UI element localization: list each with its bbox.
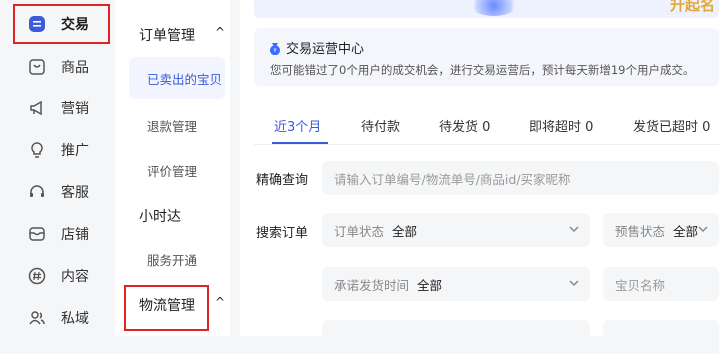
- tab-last-3-months[interactable]: 近3个月: [274, 116, 321, 135]
- nav-item-content[interactable]: 内容: [22, 260, 112, 292]
- highlight-box-trade: [13, 4, 110, 44]
- submenu-item-service-activation[interactable]: 服务开通: [147, 250, 197, 269]
- banner-text: 升起名: [669, 0, 715, 14]
- exact-search-input[interactable]: 请输入订单编号/物流单号/商品id/买家昵称: [322, 161, 719, 195]
- item-name-placeholder: 宝贝名称: [615, 277, 666, 293]
- main-content: 升起名 ¥ 交易运营中心 您可能错过了0个用户的成交机会，进行交易运营后，预计每…: [240, 0, 719, 354]
- item-name-input[interactable]: 宝贝名称: [603, 267, 719, 301]
- submenu-item-sold-items[interactable]: 已卖出的宝贝: [129, 57, 225, 99]
- primary-nav-rail: 交易 商品 营销 推广 客服 店铺 内容 私域: [0, 0, 115, 336]
- svg-text:¥: ¥: [273, 48, 276, 54]
- order-status-key: 订单状态: [334, 223, 385, 239]
- chevron-up-icon[interactable]: ^: [215, 25, 225, 39]
- promised-ship-time-value: 全部: [417, 277, 443, 293]
- order-tabs: 近3个月 待付款 待发货 0 即将超时 0 发货已超时 0: [254, 104, 719, 145]
- nav-item-label: 推广: [61, 143, 89, 159]
- next-row-field[interactable]: [603, 320, 719, 354]
- megaphone-icon: [27, 98, 47, 118]
- goods-icon: [27, 57, 47, 77]
- chevron-down-icon: [569, 226, 579, 233]
- banner-illustration: [469, 0, 519, 16]
- nav-item-label: 营销: [61, 101, 89, 117]
- notice-title[interactable]: ¥ 交易运营中心: [268, 38, 364, 57]
- presale-status-key: 预售状态: [615, 223, 666, 239]
- nav-item-promotion[interactable]: 推广: [22, 134, 112, 166]
- chevron-down-icon: [569, 280, 579, 287]
- trade-ops-notice: ¥ 交易运营中心 您可能错过了0个用户的成交机会，进行交易运营后，预计每天新增1…: [254, 28, 719, 86]
- nav-item-label: 内容: [61, 269, 89, 285]
- nav-item-label: 店铺: [61, 227, 89, 243]
- order-search-label: 搜索订单: [256, 226, 309, 241]
- submenu-item-label: 已卖出的宝贝: [147, 71, 223, 87]
- top-banner: 升起名: [254, 0, 719, 18]
- nav-item-goods[interactable]: 商品: [22, 51, 112, 83]
- nav-item-marketing[interactable]: 营销: [22, 92, 112, 124]
- notice-description: 您可能错过了0个用户的成交机会，进行交易运营后，预计每天新增19个用户成交。: [270, 63, 695, 77]
- submenu-group-hourly[interactable]: 小时达: [139, 206, 181, 226]
- tab-shipment-overdue[interactable]: 发货已超时 0: [633, 116, 710, 135]
- tab-near-timeout[interactable]: 即将超时 0: [529, 116, 593, 135]
- chevron-up-icon[interactable]: ^: [215, 295, 225, 309]
- tab-pending-shipment[interactable]: 待发货 0: [439, 116, 490, 135]
- nav-item-label: 商品: [61, 60, 89, 76]
- next-row-field[interactable]: [322, 320, 590, 354]
- highlight-box-logistics: [124, 285, 209, 331]
- chevron-down-icon: [698, 226, 708, 233]
- order-status-select[interactable]: 订单状态 全部: [322, 213, 590, 247]
- nav-item-private-domain[interactable]: 私域: [22, 302, 112, 334]
- active-tab-indicator: [272, 142, 328, 144]
- presale-status-value: 全部: [673, 223, 699, 239]
- order-status-value: 全部: [392, 223, 418, 239]
- headset-icon: [27, 182, 47, 202]
- store-icon: [27, 224, 47, 244]
- presale-status-select[interactable]: 预售状态 全部: [603, 213, 719, 247]
- submenu-item-reviews[interactable]: 评价管理: [147, 161, 197, 180]
- tab-pending-payment[interactable]: 待付款: [361, 116, 400, 135]
- users-icon: [27, 308, 47, 328]
- submenu-group-orders[interactable]: 订单管理: [139, 25, 195, 45]
- promised-ship-time-key: 承诺发货时间: [334, 277, 410, 293]
- nav-item-service[interactable]: 客服: [22, 176, 112, 208]
- lightbulb-icon: [27, 140, 47, 160]
- exact-search-label: 精确查询: [256, 173, 309, 188]
- nav-item-label: 私域: [61, 311, 89, 327]
- submenu-group-label: 小时达: [139, 209, 181, 225]
- notice-title-text: 交易运营中心: [286, 42, 365, 57]
- submenu-item-refunds[interactable]: 退款管理: [147, 116, 197, 135]
- nav-item-store[interactable]: 店铺: [22, 218, 112, 250]
- nav-item-label: 客服: [61, 185, 89, 201]
- exact-search-placeholder: 请输入订单编号/物流单号/商品id/买家昵称: [334, 171, 571, 187]
- money-bag-icon: ¥: [270, 42, 280, 55]
- submenu-group-label: 订单管理: [139, 28, 195, 44]
- promised-ship-time-select[interactable]: 承诺发货时间 全部: [322, 267, 590, 301]
- hashtag-icon: [27, 266, 47, 286]
